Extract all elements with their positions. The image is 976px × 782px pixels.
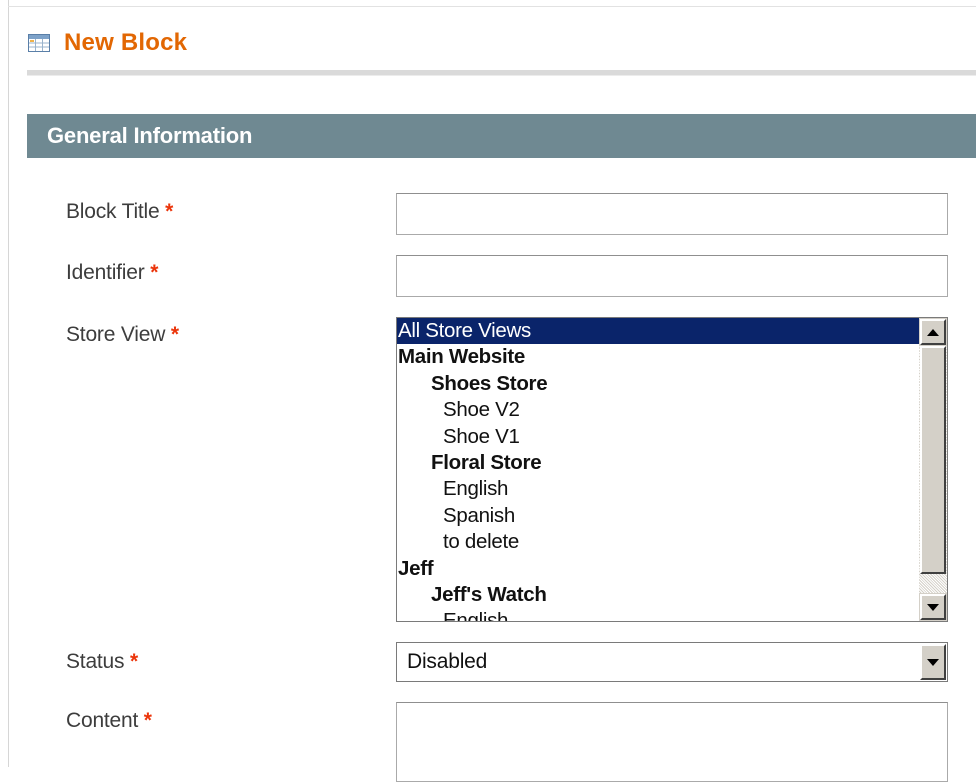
store-view-group-option[interactable]: Jeff's Watch bbox=[397, 582, 919, 608]
store-view-option[interactable]: to delete bbox=[397, 529, 919, 555]
store-view-group-option[interactable]: Shoes Store bbox=[397, 371, 919, 397]
identifier-label: Identifier * bbox=[66, 261, 159, 284]
page-frame-left-border bbox=[8, 0, 9, 767]
store-view-option[interactable]: Shoe V2 bbox=[397, 397, 919, 423]
store-view-option[interactable]: All Store Views bbox=[397, 318, 919, 345]
required-marker: * bbox=[129, 650, 138, 673]
dropdown-button[interactable] bbox=[920, 644, 946, 680]
block-title-input[interactable] bbox=[396, 193, 948, 235]
store-view-option[interactable]: English bbox=[397, 476, 919, 502]
store-view-group-option[interactable]: Jeff bbox=[397, 556, 919, 582]
page-title: New Block bbox=[64, 29, 188, 56]
scrollbar-thumb[interactable] bbox=[920, 346, 946, 574]
status-select-value: Disabled bbox=[407, 650, 488, 673]
scroll-up-button[interactable] bbox=[920, 319, 946, 345]
store-view-label: Store View * bbox=[66, 323, 179, 346]
store-view-multiselect[interactable]: All Store Views Main Website Shoes Store Sh… bbox=[396, 317, 948, 622]
store-view-group-option[interactable]: Floral Store bbox=[397, 450, 919, 476]
section-header: General Information bbox=[27, 114, 976, 158]
block-title-label: Block Title * bbox=[66, 200, 174, 223]
store-view-group-option[interactable]: Main Website bbox=[397, 344, 919, 370]
page-frame-top-border bbox=[8, 6, 976, 7]
store-view-option[interactable]: Spanish bbox=[397, 503, 919, 529]
store-view-option[interactable]: Shoe V1 bbox=[397, 424, 919, 450]
required-marker: * bbox=[170, 323, 179, 346]
store-view-scrollbar[interactable] bbox=[919, 318, 947, 621]
required-marker: * bbox=[143, 709, 152, 732]
grid-table-icon bbox=[28, 34, 50, 52]
store-view-option[interactable]: English bbox=[397, 608, 919, 621]
identifier-input[interactable] bbox=[396, 255, 948, 297]
section-title: General Information bbox=[47, 123, 253, 148]
scroll-down-button[interactable] bbox=[920, 594, 946, 620]
chevron-down-icon bbox=[927, 658, 939, 666]
store-view-options: All Store Views Main Website Shoes Store Sh… bbox=[397, 318, 919, 621]
status-label: Status * bbox=[66, 650, 138, 673]
required-marker: * bbox=[165, 200, 174, 223]
header-divider bbox=[27, 70, 976, 76]
content-label: Content * bbox=[66, 709, 152, 732]
arrow-up-icon bbox=[927, 328, 939, 336]
required-marker: * bbox=[150, 261, 159, 284]
page-header: New Block bbox=[28, 28, 187, 58]
status-select[interactable]: Disabled bbox=[396, 642, 948, 682]
content-textarea[interactable] bbox=[396, 702, 948, 782]
arrow-down-icon bbox=[927, 603, 939, 611]
